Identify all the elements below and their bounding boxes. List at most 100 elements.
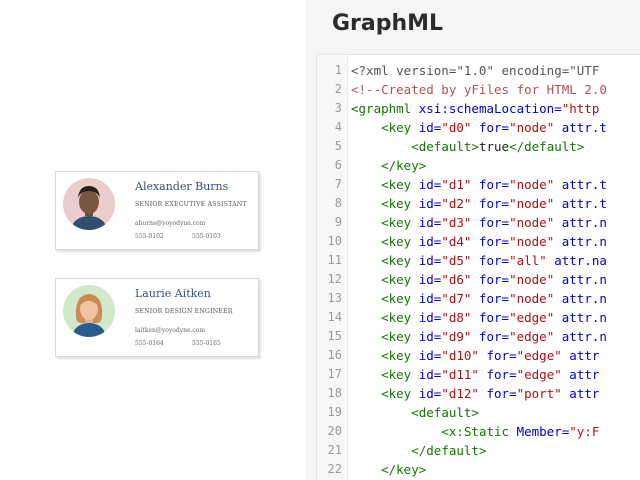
code-token: "edge" xyxy=(516,367,562,382)
code-token: "d3" xyxy=(441,215,472,230)
code-token: "node" xyxy=(509,291,555,306)
code-line[interactable]: 4 <key id="d0" for="node" attr.t xyxy=(317,118,640,137)
code-token: <default> xyxy=(411,405,479,420)
code-token: id= xyxy=(411,272,442,287)
code-token: id= xyxy=(411,215,442,230)
code-line[interactable]: 15 <key id="d9" for="edge" attr.n xyxy=(317,327,640,346)
graph-canvas[interactable]: Alexander Burns SENIOR EXECUTIVE ASSISTA… xyxy=(0,0,306,480)
employee-email: aburns@yoyodyne.com xyxy=(135,220,206,227)
code-token: "d0" xyxy=(441,120,472,135)
code-token: "d12" xyxy=(441,386,479,401)
code-line[interactable]: 19 <default> xyxy=(317,403,640,422)
code-token: <!--Created by yFiles for HTML 2.0 xyxy=(351,82,607,97)
line-number: 18 xyxy=(327,386,342,400)
line-number: 7 xyxy=(334,177,342,191)
code-token: attr xyxy=(561,367,600,382)
code-token: for= xyxy=(471,177,510,192)
line-number: 22 xyxy=(327,462,342,476)
line-number: 6 xyxy=(334,158,342,172)
code-line[interactable]: 12 <key id="d6" for="node" attr.n xyxy=(317,270,640,289)
code-text: <?xml version="1.0" encoding="UTF xyxy=(351,61,599,80)
code-lines[interactable]: 1 <?xml version="1.0" encoding="UTF 2 <!--C… xyxy=(317,61,640,479)
code-token: <graphml xyxy=(351,101,412,116)
code-text: <graphml xsi:schemaLocation="http xyxy=(351,99,599,118)
code-token: for= xyxy=(471,196,510,211)
employee-fax: 555-0165 xyxy=(192,340,221,347)
employee-name: Alexander Burns xyxy=(135,180,229,193)
code-token: attr xyxy=(561,348,600,363)
code-line[interactable]: 17 <key id="d11" for="edge" attr xyxy=(317,365,640,384)
code-line[interactable]: 22 </key> xyxy=(317,460,640,479)
code-line[interactable]: 11 <key id="d5" for="all" attr.na xyxy=(317,251,640,270)
code-token: for= xyxy=(471,253,510,268)
code-token: <?xml version="1.0" encoding="UTF xyxy=(351,63,600,78)
code-token: "d11" xyxy=(441,367,479,382)
code-text: <key id="d11" for="edge" attr xyxy=(351,365,599,384)
line-number: 10 xyxy=(327,234,342,248)
code-token: id= xyxy=(411,196,442,211)
employee-card-node[interactable]: Laurie Aitken SENIOR DESIGN ENGINEER lai… xyxy=(55,278,259,357)
code-token: id= xyxy=(411,291,442,306)
code-token: "d6" xyxy=(441,272,472,287)
code-line[interactable]: 6 </key> xyxy=(317,156,640,175)
code-text: <default> xyxy=(351,403,479,422)
code-token: attr.t xyxy=(554,120,607,135)
code-token: for= xyxy=(471,329,510,344)
code-token: "node" xyxy=(509,196,555,211)
code-token: <key xyxy=(381,177,412,192)
code-token: </key> xyxy=(381,462,427,477)
line-number: 2 xyxy=(334,82,342,96)
code-token: "node" xyxy=(509,215,555,230)
line-number: 12 xyxy=(327,272,342,286)
code-token: attr.n xyxy=(554,291,607,306)
code-token: "y:F xyxy=(569,424,600,439)
code-text: <key id="d1" for="node" attr.t xyxy=(351,175,607,194)
code-token: <key xyxy=(381,310,412,325)
code-line[interactable]: 16 <key id="d10" for="edge" attr xyxy=(317,346,640,365)
code-text: </key> xyxy=(351,156,426,175)
code-token: Member= xyxy=(509,424,570,439)
code-line[interactable]: 3 <graphml xsi:schemaLocation="http xyxy=(317,99,640,118)
employee-card-node[interactable]: Alexander Burns SENIOR EXECUTIVE ASSISTA… xyxy=(55,171,259,250)
line-number: 19 xyxy=(327,405,342,419)
code-text: <key id="d0" for="node" attr.t xyxy=(351,118,607,137)
code-line[interactable]: 14 <key id="d8" for="edge" attr.n xyxy=(317,308,640,327)
code-text: </key> xyxy=(351,460,426,479)
avatar xyxy=(63,178,115,230)
code-token: </default> xyxy=(411,443,487,458)
line-number: 21 xyxy=(327,443,342,457)
code-line[interactable]: 21 </default> xyxy=(317,441,640,460)
code-line[interactable]: 10 <key id="d4" for="node" attr.n xyxy=(317,232,640,251)
code-token: id= xyxy=(411,120,442,135)
code-line[interactable]: 7 <key id="d1" for="node" attr.t xyxy=(317,175,640,194)
code-text: <!--Created by yFiles for HTML 2.0 xyxy=(351,80,607,99)
graphml-panel: GraphML 1 <?xml version="1.0" encoding="U… xyxy=(306,0,640,480)
code-token: "d2" xyxy=(441,196,472,211)
code-token: for= xyxy=(471,215,510,230)
code-token: attr.n xyxy=(554,310,607,325)
code-token: </key> xyxy=(381,158,427,173)
code-line[interactable]: 5 <default>true</default> xyxy=(317,137,640,156)
employee-email: laitken@yoyodyne.com xyxy=(135,327,206,334)
code-token: "d1" xyxy=(441,177,472,192)
code-token: <key xyxy=(381,234,412,249)
code-text: </default> xyxy=(351,441,486,460)
code-token: <key xyxy=(381,329,412,344)
code-token: for= xyxy=(471,120,510,135)
code-line[interactable]: 18 <key id="d12" for="port" attr xyxy=(317,384,640,403)
code-line[interactable]: 1 <?xml version="1.0" encoding="UTF xyxy=(317,61,640,80)
code-token: <default> xyxy=(411,139,479,154)
code-token: <key xyxy=(381,348,412,363)
code-token: attr.n xyxy=(554,215,607,230)
code-line[interactable]: 8 <key id="d2" for="node" attr.t xyxy=(317,194,640,213)
code-line[interactable]: 13 <key id="d7" for="node" attr.n xyxy=(317,289,640,308)
code-token: "d9" xyxy=(441,329,472,344)
code-token: for= xyxy=(471,310,510,325)
code-line[interactable]: 2 <!--Created by yFiles for HTML 2.0 xyxy=(317,80,640,99)
graphml-code-editor[interactable]: 1 <?xml version="1.0" encoding="UTF 2 <!--C… xyxy=(316,54,640,480)
code-text: <default>true</default> xyxy=(351,137,584,156)
code-token: <key xyxy=(381,367,412,382)
code-line[interactable]: 20 <x:Static Member="y:F xyxy=(317,422,640,441)
code-token: true xyxy=(478,139,510,154)
code-line[interactable]: 9 <key id="d3" for="node" attr.n xyxy=(317,213,640,232)
